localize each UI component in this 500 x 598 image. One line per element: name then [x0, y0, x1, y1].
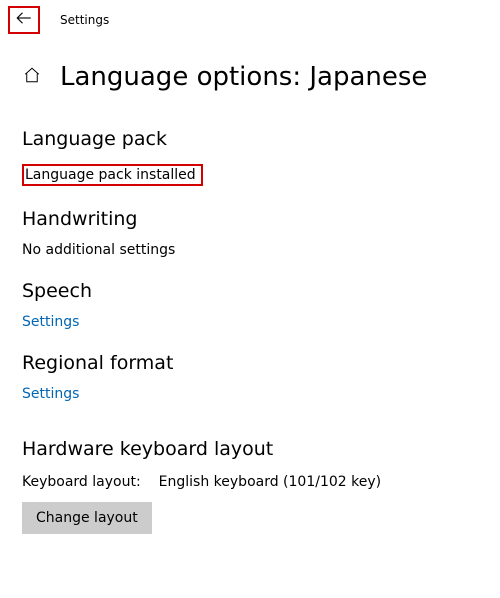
- keyboard-layout-label: Keyboard layout:: [22, 474, 141, 490]
- change-layout-button[interactable]: Change layout: [22, 502, 152, 534]
- section-regional-heading: Regional format: [22, 352, 478, 374]
- content-area: Language pack Language pack installed Ha…: [0, 128, 500, 534]
- arrow-left-icon: [15, 9, 33, 31]
- page-title: Language options: Japanese: [60, 62, 427, 92]
- speech-settings-link[interactable]: Settings: [22, 314, 478, 330]
- keyboard-layout-value: English keyboard (101/102 key): [159, 474, 381, 490]
- section-language-pack-heading: Language pack: [22, 128, 478, 150]
- section-speech-heading: Speech: [22, 280, 478, 302]
- page-header: Language options: Japanese: [0, 40, 500, 102]
- section-handwriting-heading: Handwriting: [22, 208, 478, 230]
- back-button[interactable]: [8, 6, 40, 34]
- app-title: Settings: [60, 13, 109, 27]
- section-hardware-heading: Hardware keyboard layout: [22, 438, 478, 460]
- keyboard-layout-row: Keyboard layout: English keyboard (101/1…: [22, 474, 478, 490]
- home-icon: [23, 66, 41, 88]
- home-button[interactable]: [22, 67, 42, 87]
- regional-settings-link[interactable]: Settings: [22, 386, 478, 402]
- handwriting-text: No additional settings: [22, 242, 478, 258]
- titlebar: Settings: [0, 0, 500, 40]
- language-pack-status: Language pack installed: [22, 164, 203, 186]
